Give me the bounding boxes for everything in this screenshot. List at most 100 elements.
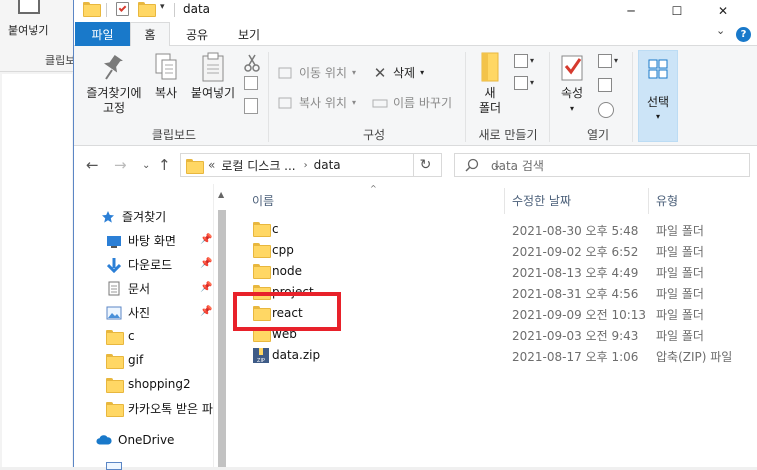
nav-item-shopping2[interactable]: shopping2 [106,376,191,393]
open-group-label: 열기 [586,128,610,142]
file-type: 파일 폴더 [656,287,704,301]
nav-label: c [128,329,135,343]
paste-button[interactable]: 붙여넣기 [186,50,240,101]
copy-button[interactable]: 복사 [150,50,182,101]
scrollbar-thumb[interactable] [218,210,226,467]
navigation-scrollbar[interactable]: ▲ [213,184,230,467]
column-separator[interactable] [504,188,505,214]
copy-icon [150,50,182,84]
nav-item-desktop[interactable]: 바탕 화면 [106,232,176,249]
column-header-type[interactable]: 유형 [656,192,678,209]
edit-icon[interactable] [598,78,612,92]
quick-access-dropdown-icon[interactable]: ▾ [160,2,165,12]
background-window: 붙여넣기 클립보 [0,0,80,467]
scroll-up-icon[interactable]: ▲ [218,190,224,199]
easy-access-dropdown-icon[interactable]: ▾ [530,78,534,87]
search-placeholder: data 검색 [491,158,544,173]
refresh-button[interactable]: ↻ [413,153,437,177]
delete-label: 삭제 [393,66,416,80]
file-name: node [272,264,302,278]
cloud-icon [96,432,112,448]
pin-label-line1: 즐겨찾기에 [86,86,142,100]
cut-icon[interactable] [244,54,260,75]
collapse-ribbon-icon[interactable]: ⌄ [716,24,725,37]
breadcrumb-separator[interactable]: › [304,160,308,171]
pin-icon[interactable]: 📌 [200,282,212,293]
folder-icon [106,328,124,345]
address-bar[interactable]: « 로컬 디스크 ... › data ⌄ [180,153,501,177]
nav-label: 다운로드 [128,258,173,272]
search-icon [465,158,479,172]
select-button[interactable]: 선택 ▾ [638,50,678,142]
table-row[interactable]: ZIP data.zip 2021-08-17 오후 1:06 압축(ZIP) … [230,345,757,366]
delete-button[interactable]: ✕ 삭제 ▾ [372,63,425,82]
delete-dropdown-icon: ▾ [420,68,425,77]
new-folder-button[interactable]: 새 폴더 [472,50,508,116]
nav-item-documents[interactable]: 문서 [106,280,150,297]
navigation-pane: 즐겨찾기 바탕 화면 다운로드 문서 사진 c gif shopping2 카카… [74,184,229,470]
nav-item-kakaotalk[interactable]: 카카오톡 받은 파 [106,400,214,417]
breadcrumb-local-disk[interactable]: 로컬 디스크 ... [221,157,295,174]
file-type: 파일 폴더 [656,266,704,280]
easy-access-icon[interactable] [514,76,528,90]
nav-item-pictures[interactable]: 사진 [106,304,150,321]
open-dropdown-icon[interactable]: ▾ [614,56,618,65]
new-item-icon[interactable] [514,54,528,68]
rename-button[interactable]: 이름 바꾸기 [372,94,452,111]
tab-home[interactable]: 홈 [130,22,170,47]
copy-path-icon[interactable] [244,76,258,90]
nav-item-onedrive[interactable]: OneDrive [96,432,174,448]
delete-icon: ✕ [373,63,387,82]
file-type: 파일 폴더 [656,329,704,343]
properties-button[interactable]: 속성 ▾ [556,50,588,116]
search-box[interactable]: data 검색 [454,153,750,177]
up-button[interactable]: ↑ [158,156,171,174]
table-row[interactable]: c 2021-08-30 오후 5:48 파일 폴더 [230,219,757,240]
window-title: data [183,2,211,16]
move-to-button[interactable]: 이동 위치 ▾ [278,64,356,81]
properties-icon[interactable] [116,2,129,16]
column-separator[interactable] [648,188,649,214]
new-folder-label-line2: 폴더 [478,101,502,115]
maximize-button[interactable]: ☐ [654,0,700,22]
minimize-button[interactable]: ─ [608,0,654,22]
breadcrumb-data[interactable]: data [314,158,341,172]
this-pc-icon[interactable] [106,462,122,470]
pin-to-quick-access-button[interactable]: 즐겨찾기에 고정 [80,50,148,116]
nav-item-gif[interactable]: gif [106,352,144,369]
tab-share[interactable]: 공유 [174,22,220,46]
select-label: 선택 [646,95,670,109]
help-icon[interactable]: ? [736,27,751,42]
open-icon[interactable] [598,54,612,68]
pin-icon[interactable]: 📌 [200,258,212,269]
paste-shortcut-icon[interactable] [244,98,258,114]
nav-item-downloads[interactable]: 다운로드 [106,256,172,273]
pin-icon[interactable]: 📌 [200,234,212,245]
recent-locations-button[interactable]: ⌄ [142,160,150,171]
sort-ascending-icon: ^ [370,184,377,193]
folder-icon [253,222,271,237]
back-button[interactable]: ← [86,156,99,174]
close-button[interactable]: ✕ [700,0,746,22]
navigation-bar: ← → ⌄ ↑ « 로컬 디스크 ... › data ⌄ ↻ data 검색 [74,146,757,184]
nav-item-c[interactable]: c [106,328,135,345]
table-row[interactable]: cpp 2021-09-02 오후 6:52 파일 폴더 [230,240,757,261]
column-header-date[interactable]: 수정한 날짜 [512,192,571,209]
tab-view[interactable]: 보기 [226,22,272,46]
new-item-dropdown-icon[interactable]: ▾ [530,56,534,65]
forward-button[interactable]: → [114,156,127,174]
address-prefix[interactable]: « [208,158,215,172]
table-row[interactable]: node 2021-08-13 오후 4:49 파일 폴더 [230,261,757,282]
select-dropdown-icon: ▾ [655,112,660,121]
new-folder-quick-icon[interactable] [138,2,156,17]
svg-text:ZIP: ZIP [257,358,265,363]
tab-file[interactable]: 파일 [75,22,130,46]
copy-to-button[interactable]: 복사 위치 ▾ [278,94,356,111]
clipboard-icon [18,0,40,14]
explorer-window: ▾ data ─ ☐ ✕ 파일 홈 공유 보기 ⌄ ? 즐겨찾기에 고정 복사 [73,0,757,470]
history-icon[interactable] [598,102,614,118]
pin-icon[interactable]: 📌 [200,306,212,317]
nav-item-quick-access[interactable]: 즐겨찾기 [100,208,166,225]
nav-label: gif [128,353,144,367]
column-header-name[interactable]: 이름 [252,192,274,209]
